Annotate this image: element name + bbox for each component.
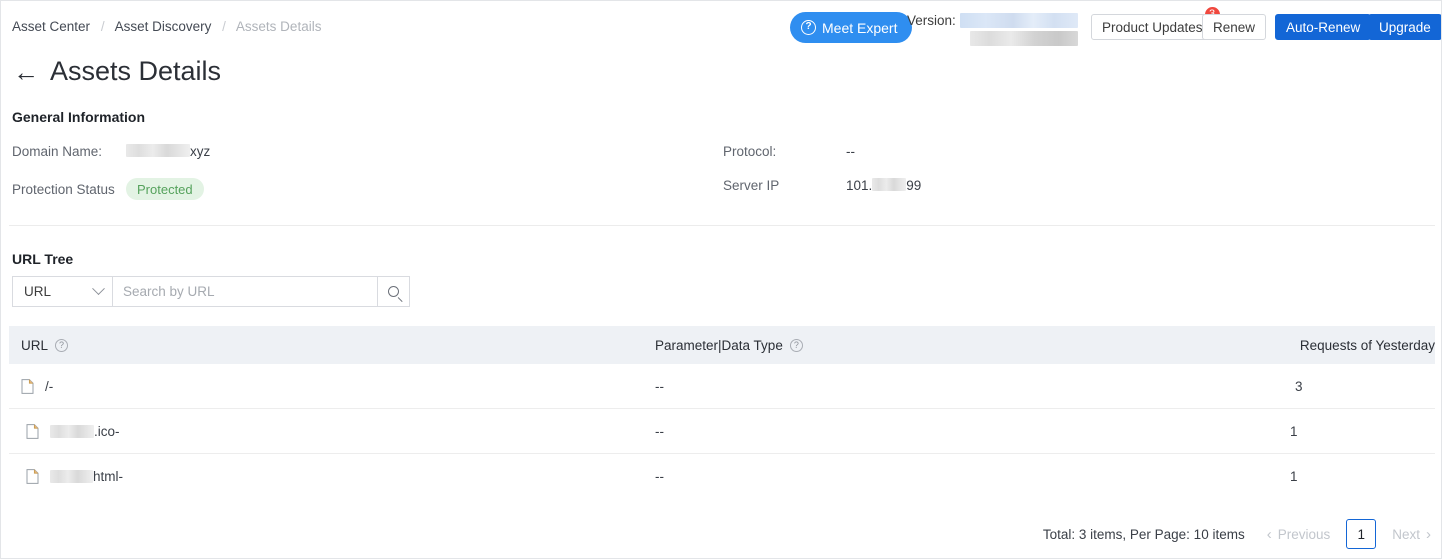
column-header-parameter-data-type: Parameter|Data Type ? xyxy=(655,338,1295,353)
search-input[interactable] xyxy=(112,276,377,307)
column-header-parameter-label: Parameter|Data Type xyxy=(655,337,783,353)
cell-parameter-data-type: -- xyxy=(655,469,664,484)
server-ip-row: Server IP 101. 99 xyxy=(723,178,921,193)
version-info: Version: xyxy=(907,12,1078,46)
meet-expert-label: Meet Expert xyxy=(822,19,898,36)
protection-status-label: Protection Status xyxy=(12,181,115,197)
version-value-redacted xyxy=(959,12,1078,46)
cell-url: html- xyxy=(9,469,655,484)
redaction-bar xyxy=(969,31,1078,46)
cell-url-suffix: .ico- xyxy=(94,423,120,439)
redaction-bar xyxy=(50,470,93,483)
table-body: /- -- 3 .ico- -- 1 html- -- 1 xyxy=(9,364,1435,499)
url-filter-selected-value: URL xyxy=(24,284,52,299)
redaction-bar xyxy=(872,178,907,191)
column-header-url: URL ? xyxy=(9,338,655,353)
renew-button[interactable]: Renew xyxy=(1202,14,1267,40)
domain-name-row: Domain Name: xyz xyxy=(12,144,210,159)
domain-name-value: xyz xyxy=(126,144,210,159)
question-circle-icon: ? xyxy=(801,20,816,35)
page-title: ← Assets Details xyxy=(13,56,221,87)
document-icon[interactable] xyxy=(26,423,39,439)
pagination-page-1[interactable]: 1 xyxy=(1346,519,1377,549)
breadcrumb-item-asset-center[interactable]: Asset Center xyxy=(12,19,90,34)
column-header-url-label: URL xyxy=(21,337,49,353)
table-row[interactable]: /- -- 3 xyxy=(9,364,1435,409)
column-header-requests-of-yesterday: Requests of Yesterday xyxy=(1295,338,1435,353)
cell-url-text: /- xyxy=(45,378,54,394)
status-badge: Protected xyxy=(126,178,204,200)
chevron-left-icon: ‹ xyxy=(1266,525,1272,543)
cell-url: /- xyxy=(9,379,655,394)
table-row[interactable]: .ico- -- 1 xyxy=(9,409,1435,454)
product-updates-label: Product Updates xyxy=(1102,19,1203,35)
pagination-next-label: Next xyxy=(1392,526,1420,542)
search-button[interactable] xyxy=(377,276,410,307)
section-divider xyxy=(9,225,1435,226)
breadcrumb-separator: / xyxy=(100,19,105,34)
help-circle-icon[interactable]: ? xyxy=(55,338,69,352)
breadcrumb-separator: / xyxy=(222,19,226,34)
url-search-bar: URL xyxy=(12,276,410,307)
cell-parameter-data-type: -- xyxy=(655,378,664,394)
help-circle-icon[interactable]: ? xyxy=(789,338,803,352)
auto-renew-label: Auto-Renew xyxy=(1286,19,1361,35)
pagination-previous-label: Previous xyxy=(1277,526,1331,542)
search-icon xyxy=(388,286,399,297)
redaction-bar xyxy=(50,424,94,438)
protection-status-row: Protection Status Protected xyxy=(12,178,204,200)
cell-url-suffix: html- xyxy=(93,469,123,484)
cell-requests-of-yesterday: 1 xyxy=(1290,469,1298,484)
page-title-text: Assets Details xyxy=(50,56,222,86)
document-icon[interactable] xyxy=(21,378,34,394)
pagination-next-button[interactable]: Next › xyxy=(1392,527,1431,542)
url-filter-select[interactable]: URL xyxy=(12,276,112,307)
upgrade-label: Upgrade xyxy=(1379,19,1431,35)
pagination: Total: 3 items, Per Page: 10 items ‹ Pre… xyxy=(1,509,1441,558)
general-information-heading: General Information xyxy=(12,109,146,125)
back-arrow-icon[interactable]: ← xyxy=(13,59,39,85)
breadcrumb: Asset Center / Asset Discovery / Assets … xyxy=(12,19,321,34)
upgrade-button[interactable]: Upgrade xyxy=(1368,14,1441,40)
chevron-right-icon: › xyxy=(1426,525,1431,543)
domain-name-suffix: xyz xyxy=(190,144,211,159)
top-bar: Asset Center / Asset Discovery / Assets … xyxy=(1,1,1441,53)
domain-name-label: Domain Name: xyxy=(12,144,103,159)
table-row[interactable]: html- -- 1 xyxy=(9,454,1435,499)
auto-renew-button[interactable]: Auto-Renew xyxy=(1275,14,1372,40)
breadcrumb-item-asset-discovery[interactable]: Asset Discovery xyxy=(115,19,212,34)
breadcrumb-item-assets-details: Assets Details xyxy=(235,19,322,34)
pagination-total-text: Total: 3 items, Per Page: 10 items xyxy=(1042,526,1245,542)
cell-requests-of-yesterday: 3 xyxy=(1295,378,1303,394)
cell-url-text: html- xyxy=(50,469,123,484)
server-ip-prefix: 101. xyxy=(846,178,873,193)
assets-details-page: Asset Center / Asset Discovery / Assets … xyxy=(0,0,1442,559)
protocol-value: -- xyxy=(846,144,855,159)
chevron-down-icon xyxy=(92,282,105,296)
table-header-row: URL ? Parameter|Data Type ? Requests of … xyxy=(9,326,1435,364)
protocol-row: Protocol: -- xyxy=(723,144,855,159)
protocol-label: Protocol: xyxy=(723,144,777,159)
server-ip-suffix: 99 xyxy=(906,178,922,193)
cell-url-text: .ico- xyxy=(50,424,120,439)
version-label: Version: xyxy=(907,13,956,28)
url-tree-table: URL ? Parameter|Data Type ? Requests of … xyxy=(9,326,1435,499)
pagination-previous-button[interactable]: ‹ Previous xyxy=(1267,527,1331,542)
cell-parameter-data-type: -- xyxy=(655,423,664,439)
cell-requests-of-yesterday: 1 xyxy=(1290,423,1298,439)
server-ip-value: 101. 99 xyxy=(846,178,921,193)
meet-expert-button[interactable]: ? Meet Expert xyxy=(790,12,913,43)
url-tree-heading: URL Tree xyxy=(12,251,74,267)
cell-url: .ico- xyxy=(9,424,655,439)
document-icon[interactable] xyxy=(26,469,39,484)
server-ip-label: Server IP xyxy=(723,178,780,193)
redaction-bar xyxy=(126,144,190,157)
column-header-requests-label: Requests of Yesterday xyxy=(1299,337,1435,353)
renew-label: Renew xyxy=(1213,19,1256,35)
redaction-bar xyxy=(959,13,1078,28)
product-updates-button[interactable]: Product Updates 3 xyxy=(1091,6,1221,40)
